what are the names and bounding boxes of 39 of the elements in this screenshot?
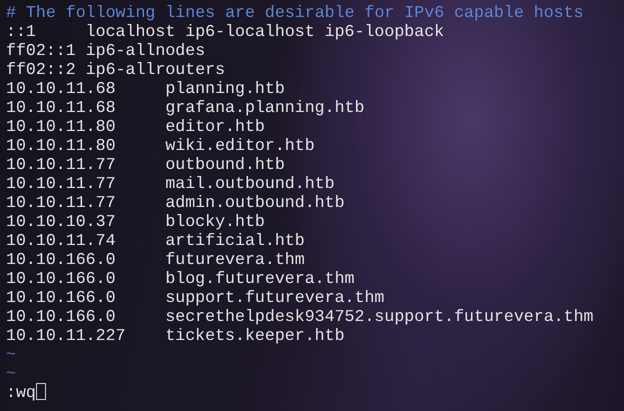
ip-address: 10.10.11.77 [6, 155, 117, 174]
hostname: artificial.htb [165, 231, 305, 250]
hostname: mail.outbound.htb [165, 174, 335, 193]
ip-address: ff02::1 [6, 41, 77, 60]
empty-line-marker: ~ [6, 364, 16, 383]
hostname: blocky.htb [165, 212, 265, 231]
hostname: futurevera.thm [165, 250, 305, 269]
ip-address: ::1 [6, 22, 37, 41]
ip-address: 10.10.166.0 [6, 250, 117, 269]
hostname: outbound.htb [165, 155, 285, 174]
ip-address: 10.10.11.74 [6, 231, 117, 250]
hostname: secrethelpdesk934752.support.futurevera.thm [165, 307, 594, 326]
ip-address: 10.10.11.68 [6, 98, 117, 117]
hostname: tickets.keeper.htb [165, 326, 345, 345]
ip-address: 10.10.11.80 [6, 136, 117, 155]
ip-address: 10.10.166.0 [6, 307, 117, 326]
hostname: wiki.editor.htb [165, 136, 315, 155]
hostname: localhost ip6-localhost ip6-loopback [86, 22, 444, 41]
hostname: ip6-allrouters [86, 60, 226, 79]
hostname: editor.htb [165, 117, 265, 136]
comment-line: # The following lines are desirable for IPv6 capable hosts [6, 3, 584, 22]
ip-address: 10.10.11.80 [6, 117, 117, 136]
ip-address: 10.10.166.0 [6, 288, 117, 307]
hostname: admin.outbound.htb [165, 193, 345, 212]
cursor-icon [36, 383, 46, 400]
hostname: ip6-allnodes [86, 41, 206, 60]
ip-address: 10.10.11.227 [6, 326, 126, 345]
ip-address: 10.10.166.0 [6, 269, 117, 288]
empty-line-marker: ~ [6, 345, 16, 364]
hostname: planning.htb [165, 79, 285, 98]
ip-address: 10.10.11.77 [6, 174, 117, 193]
ip-address: ff02::2 [6, 60, 77, 79]
hostname: support.futurevera.thm [165, 288, 384, 307]
hostname: grafana.planning.htb [165, 98, 364, 117]
ip-address: 10.10.11.77 [6, 193, 117, 212]
ip-address: 10.10.10.37 [6, 212, 117, 231]
hostname: blog.futurevera.thm [165, 269, 355, 288]
ip-address: 10.10.11.68 [6, 79, 117, 98]
command-text: :wq [6, 383, 36, 402]
